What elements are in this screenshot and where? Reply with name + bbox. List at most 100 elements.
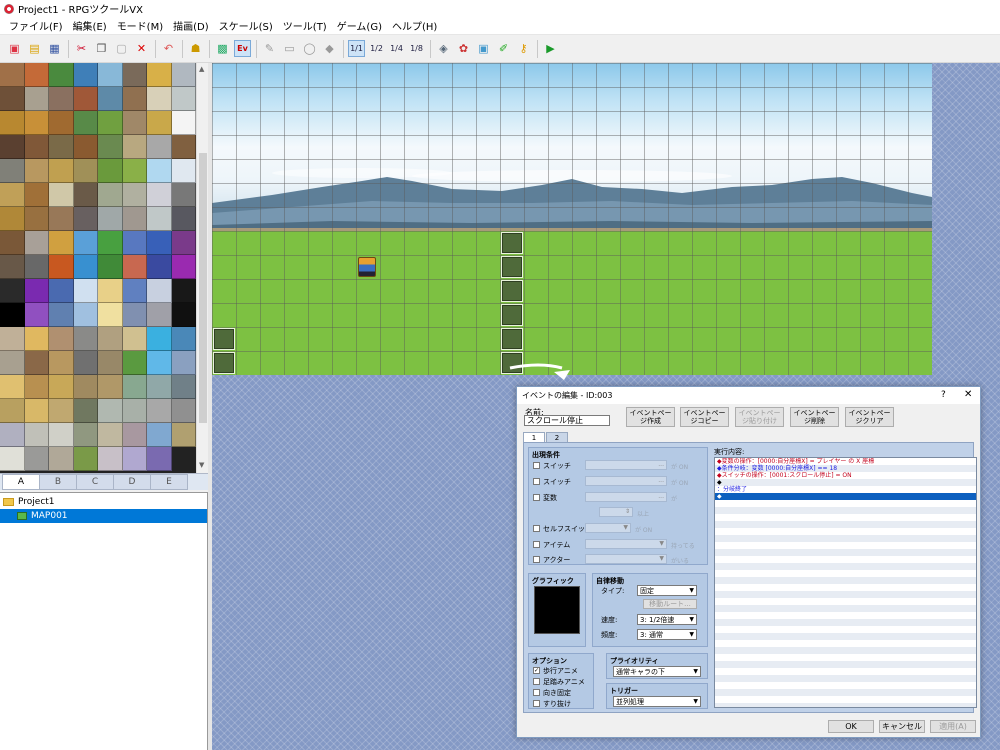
tile-swatch[interactable] (0, 183, 25, 207)
tile-swatch[interactable] (171, 279, 196, 303)
tile-swatch[interactable] (98, 135, 123, 159)
item-field[interactable]: ▼ (585, 539, 667, 549)
tile-swatch[interactable] (24, 279, 49, 303)
tile-swatch[interactable] (49, 87, 74, 111)
open-folder-icon[interactable]: ▤ (26, 40, 43, 57)
tile-swatch[interactable] (98, 327, 123, 351)
tile-swatch[interactable] (122, 375, 147, 399)
tile-swatch[interactable] (171, 135, 196, 159)
tile-swatch[interactable] (122, 303, 147, 327)
scale-1-2-button[interactable]: 1/2 (368, 40, 385, 57)
ellipse-icon[interactable]: ◯ (301, 40, 318, 57)
tile-swatch[interactable] (171, 111, 196, 135)
tile-swatch[interactable] (171, 231, 196, 255)
fill-icon[interactable]: ◆ (321, 40, 338, 57)
event-name-input[interactable]: スクロール停止 (524, 415, 610, 426)
tile-swatch[interactable] (0, 399, 25, 423)
event-tile[interactable] (501, 328, 523, 350)
menu-file[interactable]: ファイル(F) (4, 18, 68, 33)
tile-swatch[interactable] (0, 303, 25, 327)
tile-swatch[interactable] (73, 255, 98, 279)
tile-swatch[interactable] (49, 303, 74, 327)
tile-swatch[interactable] (147, 351, 172, 375)
tileset-tab-e[interactable]: E (150, 474, 188, 490)
scale-1-4-button[interactable]: 1/4 (388, 40, 405, 57)
tile-swatch[interactable] (147, 255, 172, 279)
tile-swatch[interactable] (24, 303, 49, 327)
switch2-field[interactable]: ... (585, 476, 667, 486)
tile-swatch[interactable] (98, 279, 123, 303)
tile-swatch[interactable] (122, 183, 147, 207)
pencil-icon[interactable]: ✎ (261, 40, 278, 57)
tile-swatch[interactable] (0, 423, 25, 447)
tile-swatch[interactable] (122, 111, 147, 135)
tile-swatch[interactable] (171, 87, 196, 111)
event-tile[interactable] (213, 328, 235, 350)
tile-swatch[interactable] (147, 87, 172, 111)
tile-swatch[interactable] (49, 231, 74, 255)
tile-swatch[interactable] (49, 207, 74, 231)
menu-tools[interactable]: ツール(T) (278, 18, 332, 33)
event-tile[interactable] (501, 280, 523, 302)
tile-swatch[interactable] (147, 159, 172, 183)
ok-button[interactable]: OK (828, 720, 874, 733)
self-switch-checkbox[interactable] (533, 525, 540, 532)
tile-swatch[interactable] (73, 399, 98, 423)
priority-select[interactable]: 通常キャラの下 ▼ (613, 666, 701, 677)
step-anim-checkbox[interactable] (533, 678, 540, 685)
tile-swatch[interactable] (98, 207, 123, 231)
tileset-tab-c[interactable]: C (76, 474, 114, 490)
play-test-icon[interactable]: ▶ (542, 40, 559, 57)
paste-icon[interactable]: ▢ (113, 40, 130, 57)
variable-checkbox[interactable] (533, 494, 540, 501)
material-manager-icon[interactable]: ✿ (455, 40, 472, 57)
tile-swatch[interactable] (0, 375, 25, 399)
tile-swatch[interactable] (49, 399, 74, 423)
tile-swatch[interactable] (24, 327, 49, 351)
menu-draw[interactable]: 描画(D) (168, 18, 214, 33)
tile-swatch[interactable] (24, 231, 49, 255)
scroll-up-icon[interactable]: ▲ (199, 65, 204, 73)
tile-swatch[interactable] (0, 159, 25, 183)
scroll-thumb[interactable] (199, 153, 207, 423)
tile-swatch[interactable] (24, 447, 49, 471)
sound-test-icon[interactable]: ✐ (495, 40, 512, 57)
tile-swatch[interactable] (122, 423, 147, 447)
tile-swatch[interactable] (122, 279, 147, 303)
tile-swatch[interactable] (24, 63, 49, 87)
tile-swatch[interactable] (0, 207, 25, 231)
menu-mode[interactable]: モード(M) (112, 18, 168, 33)
tile-swatch[interactable] (49, 351, 74, 375)
close-icon[interactable]: ✕ (964, 389, 972, 400)
tile-swatch[interactable] (147, 399, 172, 423)
tile-swatch[interactable] (73, 111, 98, 135)
dir-fix-checkbox[interactable] (533, 689, 540, 696)
tile-swatch[interactable] (49, 63, 74, 87)
event-tile[interactable] (501, 232, 523, 254)
tile-swatch[interactable] (49, 447, 74, 471)
tile-swatch[interactable] (24, 351, 49, 375)
tile-swatch[interactable] (73, 303, 98, 327)
tree-project[interactable]: Project1 (0, 495, 207, 509)
tile-swatch[interactable] (98, 63, 123, 87)
scale-1-1-button[interactable]: 1/1 (348, 40, 365, 57)
tile-swatch[interactable] (73, 207, 98, 231)
tile-swatch[interactable] (49, 159, 74, 183)
tile-swatch[interactable] (49, 135, 74, 159)
tile-swatch[interactable] (0, 447, 25, 471)
key-icon[interactable]: ⚷ (515, 40, 532, 57)
command-line[interactable]: ◆変数の操作：[0000:自分座標X] = プレイヤー の X 座標 (715, 458, 976, 465)
tile-swatch[interactable] (122, 351, 147, 375)
tile-swatch[interactable] (24, 255, 49, 279)
through-checkbox[interactable] (533, 700, 540, 707)
tile-swatch[interactable] (73, 423, 98, 447)
variable-value-field[interactable]: ⇕ (599, 507, 633, 517)
tile-swatch[interactable] (171, 183, 196, 207)
new-page-button[interactable]: イベントページ作成 (626, 407, 675, 427)
layer-icon[interactable]: ☗ (187, 40, 204, 57)
tile-swatch[interactable] (98, 111, 123, 135)
tile-swatch[interactable] (73, 87, 98, 111)
tile-swatch[interactable] (147, 447, 172, 471)
event-tile[interactable] (501, 256, 523, 278)
tile-swatch[interactable] (0, 111, 25, 135)
